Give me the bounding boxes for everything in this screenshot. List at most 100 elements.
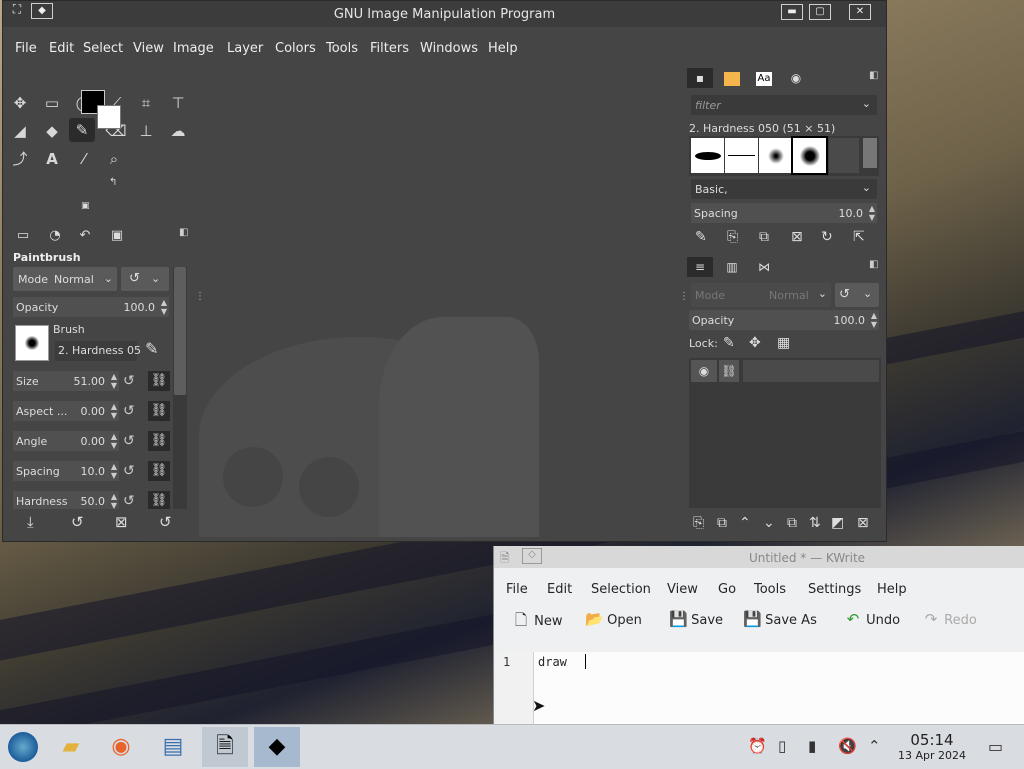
system-settings-icon[interactable]: ▤ [150,727,196,767]
menu-help[interactable]: Help [488,41,518,56]
menu-go[interactable]: Go [718,582,736,597]
paintbrush-tool-icon[interactable]: ✎ [69,118,95,142]
undo-button[interactable]: ↶ Undo [844,610,900,644]
opacity-slider[interactable]: Opacity 100.0 ▲ ▼ [13,297,169,317]
menu-selection[interactable]: Selection [591,582,651,597]
dock-menu-icon[interactable]: ◧ [869,259,878,270]
show-hidden-icons-icon[interactable]: ⌃ [868,737,881,755]
menu-image[interactable]: Image [173,41,214,56]
brush-tag-select[interactable]: Basic, ⌄ [691,179,877,199]
new-brush-icon[interactable]: ⎘ [727,229,738,245]
gimp-titlebar[interactable]: ⛶ ◆ GNU Image Manipulation Program ▬ ▢ ✕ [3,1,886,27]
background-color-swatch[interactable] [97,105,121,129]
raise-layer-icon[interactable]: ⌃ [739,515,751,531]
duplicate-brush-icon[interactable]: ⧉ [759,229,769,245]
tool-options-scrollbar[interactable] [173,267,187,509]
save-as-button[interactable]: 💾 Save As [743,610,817,644]
tab-channels-icon[interactable]: ▥ [719,257,745,277]
reset-angle-icon[interactable]: ↺ [123,433,135,449]
keep-above-icon[interactable]: ◇ [522,548,542,564]
zoom-tool-icon[interactable]: ⌕ [101,147,127,171]
text-editor[interactable]: 1 draw [497,652,1024,724]
reset-spacing-icon[interactable]: ↺ [123,463,135,479]
menu-tools[interactable]: Tools [326,41,358,56]
rect-select-tool-icon[interactable]: ▭ [39,91,65,115]
brush-preview[interactable] [15,325,49,361]
tab-document-history-icon[interactable]: ◉ [783,68,809,88]
dock-handle[interactable]: ⋮ [679,291,689,302]
clone-tool-icon[interactable]: ⊥ [133,119,159,143]
file-manager-icon[interactable]: ▰ [48,727,94,767]
hardness-slider[interactable]: Hardness 50.0 ▲ ▼ [13,491,119,510]
spin-arrows-icon[interactable]: ▲ ▼ [111,432,117,450]
restore-options-icon[interactable]: ↺ [71,513,84,531]
menu-select[interactable]: Select [83,41,123,56]
new-button[interactable]: 🗋 New [512,610,563,644]
tab-brushes-icon[interactable]: ▪ [687,68,713,88]
lower-layer-icon[interactable]: ⌄ [763,515,775,531]
menu-view[interactable]: View [667,582,698,597]
dock-menu-icon[interactable]: ◧ [179,227,188,238]
menu-edit[interactable]: Edit [547,582,572,597]
menu-filters[interactable]: Filters [370,41,409,56]
link-size-icon[interactable]: ⛓ [148,371,170,391]
brush-spacing-slider[interactable]: Spacing 10.0 ▲ ▼ [691,203,877,223]
start-menu-icon[interactable] [0,727,46,767]
menu-tools[interactable]: Tools [754,582,786,597]
spin-arrows-icon[interactable]: ▲ ▼ [111,492,117,510]
reset-aspect-icon[interactable]: ↺ [123,403,135,419]
menu-colors[interactable]: Colors [275,41,316,56]
spin-arrows-icon[interactable]: ▲ ▼ [161,298,167,316]
brush-grid-scrollbar[interactable] [863,138,877,168]
volume-muted-icon[interactable]: 🔇 [838,737,857,755]
edit-brush-icon[interactable]: ✎ [145,339,158,358]
edit-brush-icon[interactable]: ✎ [695,229,707,245]
spacing-slider[interactable]: Spacing 10.0 ▲ ▼ [13,461,119,481]
brush-name-field[interactable]: 2. Hardness 05 [55,341,141,361]
layer-mode-select[interactable]: Mode Normal ⌄ [691,283,831,307]
battery-icon[interactable]: ▮ [808,737,816,755]
close-button[interactable]: ✕ [849,4,871,20]
link-aspect-icon[interactable]: ⛓ [148,401,170,421]
chain-icon[interactable]: ⛓ [719,360,739,382]
delete-options-icon[interactable]: ⊠ [115,513,128,531]
menu-file[interactable]: File [15,41,37,56]
delete-layer-icon[interactable]: ⊠ [857,515,869,531]
lock-pixels-icon[interactable]: ✎ [723,335,735,351]
crop-tool-icon[interactable]: ⌗ [133,91,159,115]
tab-patterns-icon[interactable] [719,68,745,88]
brush-filter-input[interactable]: filter ⌄ [691,95,877,115]
dock-menu-icon[interactable]: ◧ [869,70,878,81]
reset-options-icon[interactable]: ↺ [159,513,172,531]
kwrite-task-icon[interactable]: 🗎 [202,727,248,767]
notifications-icon[interactable]: ⏰ [748,737,767,755]
tab-tool-options[interactable]: ▭ [9,225,37,247]
menu-settings[interactable]: Settings [808,582,861,597]
tab-layers-icon[interactable]: ≡ [687,257,713,277]
brush-item[interactable] [725,138,758,173]
clock[interactable]: 05:14 13 Apr 2024 [896,731,968,762]
brush-item[interactable] [759,138,792,173]
spin-arrows-icon[interactable]: ▲ ▼ [111,402,117,420]
default-colors-icon[interactable]: ▣ [81,201,90,211]
spin-arrows-icon[interactable]: ▲ ▼ [871,311,877,329]
new-layer-group-icon[interactable]: ⧉ [717,515,727,531]
layer-opacity-slider[interactable]: Opacity 100.0 ▲ ▼ [689,310,879,330]
new-layer-icon[interactable]: ⎘ [693,515,704,531]
menu-file[interactable]: File [506,582,528,597]
menu-help[interactable]: Help [877,582,907,597]
kwrite-titlebar[interactable]: 🗎 ◇ Untitled * — KWrite [494,546,1024,568]
tab-undo-history-icon[interactable]: ↶ [71,225,99,247]
layer-mode-reset-button[interactable]: ↺ ⌄ [835,283,879,307]
redo-button[interactable]: ↷ Redo [922,610,977,644]
lock-alpha-icon[interactable]: ▦ [777,335,790,351]
visibility-eye-icon[interactable]: ◉ [691,360,717,382]
show-desktop-icon[interactable]: ▭ [988,737,1003,756]
clipboard-icon[interactable]: ▯ [778,737,786,755]
open-button[interactable]: 📂 Open [585,610,642,644]
editor-content[interactable]: draw [538,655,567,669]
brush-item-selected[interactable] [791,136,828,175]
spin-arrows-icon[interactable]: ▲ ▼ [111,372,117,390]
lock-position-icon[interactable]: ✥ [749,335,761,351]
layer-mask-icon[interactable]: ◩ [831,515,844,531]
